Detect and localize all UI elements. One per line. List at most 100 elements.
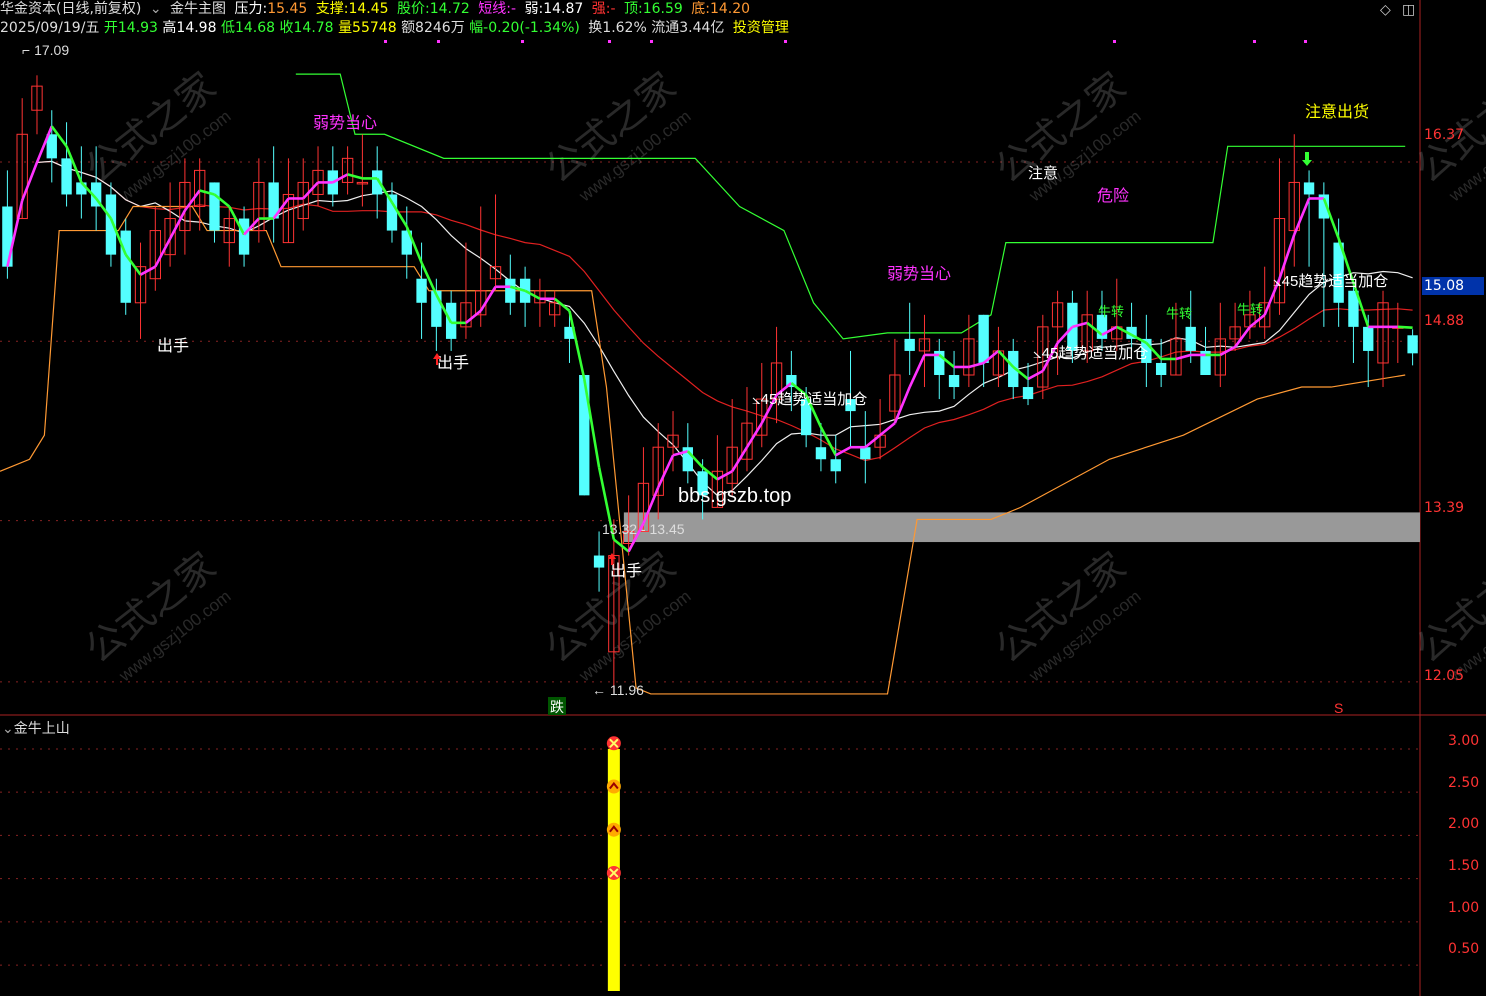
candle bbox=[268, 146, 279, 243]
trend-line-seg bbox=[1234, 326, 1251, 348]
bull-turn-2: 牛转 bbox=[1166, 306, 1192, 321]
weak-caution-2: 弱势当心 bbox=[887, 265, 951, 283]
bull-turn-3: 牛转 bbox=[1237, 302, 1263, 317]
bull-icon-shape bbox=[606, 822, 621, 837]
chushou-label-2: 出手 bbox=[437, 354, 469, 372]
chushou-label-1: 出手 bbox=[157, 337, 189, 355]
price-tick-1: 16.37 bbox=[1424, 127, 1465, 143]
candle-body bbox=[209, 182, 220, 231]
trend-line-seg bbox=[1397, 325, 1413, 329]
candle bbox=[1407, 329, 1418, 366]
weak-caution-1: 弱势当心 bbox=[313, 114, 377, 132]
candle bbox=[934, 338, 945, 400]
candle bbox=[209, 182, 220, 243]
candle-body bbox=[238, 218, 250, 255]
signal-dot bbox=[650, 40, 653, 43]
sell-warning-label: 注意出货 bbox=[1305, 102, 1369, 121]
candle-body bbox=[1303, 182, 1315, 195]
candle bbox=[312, 146, 324, 207]
trend-add-label-1: ⦣45趋势适当加仓 bbox=[752, 391, 867, 408]
sub-panel-title-text: 金牛上山 bbox=[13, 721, 70, 737]
candle-body bbox=[682, 447, 693, 472]
signal-dot bbox=[1113, 40, 1116, 43]
signal-dot bbox=[384, 40, 387, 43]
candle bbox=[164, 182, 176, 267]
candle bbox=[1214, 302, 1226, 388]
candle bbox=[341, 146, 354, 195]
watermark: 公式之家www.gszj100.com bbox=[78, 545, 234, 686]
bull-icon bbox=[606, 736, 621, 751]
candle bbox=[1200, 326, 1211, 375]
trend-line-seg bbox=[1027, 369, 1044, 381]
candle bbox=[652, 423, 664, 520]
candle bbox=[874, 399, 886, 460]
trend-line-seg bbox=[657, 454, 675, 488]
candle bbox=[1303, 170, 1315, 267]
trend-line-seg bbox=[716, 470, 733, 481]
candle bbox=[327, 146, 338, 207]
candle-body bbox=[830, 459, 841, 472]
price-tick-3: 14.88 bbox=[1424, 313, 1465, 329]
candle bbox=[1318, 182, 1330, 327]
candle bbox=[46, 110, 57, 183]
candle-body bbox=[1363, 326, 1374, 351]
sub-tick-1: 3.00 bbox=[1448, 733, 1480, 749]
signal-dot bbox=[1253, 40, 1256, 43]
candle bbox=[889, 338, 901, 424]
candle-body bbox=[815, 447, 827, 460]
support-band bbox=[623, 512, 1420, 543]
candle-body bbox=[978, 314, 989, 363]
sub-tick-6: 0.50 bbox=[1448, 941, 1480, 957]
watermark: 公式之家www.gszj100.com bbox=[538, 65, 694, 206]
candle bbox=[918, 314, 931, 388]
die-label: 跌 bbox=[550, 699, 564, 715]
current-price-box: 15.08 bbox=[1422, 277, 1484, 295]
candle bbox=[1185, 290, 1196, 363]
bull-icon-shape bbox=[606, 779, 621, 794]
forum-url: bbs.gszb.top bbox=[678, 485, 791, 507]
sub-tick-2: 2.50 bbox=[1448, 775, 1480, 791]
trend-line-seg bbox=[1293, 197, 1311, 236]
candle bbox=[120, 218, 131, 315]
price-tick-5: 12.05 bbox=[1424, 668, 1465, 684]
trend-line-seg bbox=[968, 361, 984, 369]
trend-line-seg bbox=[908, 354, 926, 388]
candle bbox=[1051, 290, 1064, 375]
sell-arrow-icon bbox=[1302, 152, 1312, 166]
trend-line-seg bbox=[1219, 345, 1236, 357]
candle bbox=[978, 314, 989, 388]
trend-line-seg bbox=[553, 297, 571, 312]
trend-line-seg bbox=[1322, 198, 1340, 240]
trend-line-seg bbox=[302, 181, 319, 200]
price-tick-4: 13.39 bbox=[1424, 500, 1465, 516]
trend-line-seg bbox=[139, 265, 156, 276]
candle bbox=[549, 290, 561, 327]
candle bbox=[253, 158, 265, 243]
trend-line-seg bbox=[154, 237, 172, 268]
candle-body bbox=[860, 447, 871, 460]
candle bbox=[815, 423, 827, 472]
trend-add-label-2: ⦣45趋势适当加仓 bbox=[1033, 345, 1148, 362]
range-label: 13.32 - 13.45 bbox=[602, 521, 685, 537]
sub-chart[interactable] bbox=[0, 716, 1486, 996]
sub-panel-title[interactable]: ⌄金牛上山 bbox=[2, 718, 70, 738]
candle bbox=[1377, 290, 1389, 388]
candle-body bbox=[1022, 387, 1034, 400]
candle bbox=[830, 435, 841, 484]
sub-collapse-icon[interactable]: ⌄ bbox=[2, 721, 14, 737]
bull-icon bbox=[606, 779, 621, 794]
signal-dot bbox=[521, 40, 524, 43]
trend-line-seg bbox=[879, 422, 896, 437]
trend-line-seg bbox=[347, 173, 363, 180]
main-chart[interactable]: 公式之家www.gszj100.com 公式之家www.gszj100.com 公式… bbox=[0, 0, 1486, 716]
bull-icon bbox=[606, 822, 621, 837]
candle-body bbox=[120, 230, 131, 303]
candle bbox=[505, 254, 516, 315]
candle-body bbox=[1407, 335, 1418, 354]
candle bbox=[992, 326, 1005, 388]
candle-body bbox=[1185, 326, 1196, 351]
signal-dot bbox=[437, 40, 440, 43]
trend-line-seg bbox=[1175, 353, 1192, 361]
watermark: 公式之家www.gszj100.com bbox=[988, 545, 1144, 686]
candle bbox=[948, 350, 960, 400]
